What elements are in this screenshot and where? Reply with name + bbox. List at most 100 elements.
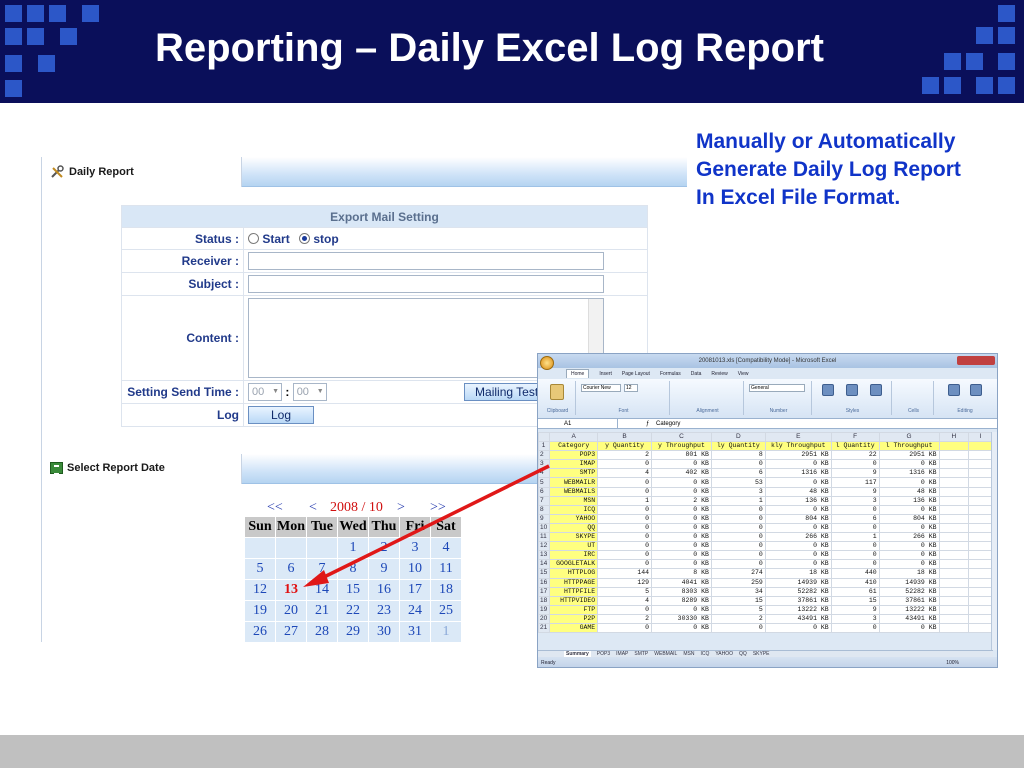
minute-select[interactable]: 00 <box>292 383 327 401</box>
header-cell[interactable]: l Quantity <box>830 441 880 452</box>
name-box[interactable]: A1 <box>558 419 618 429</box>
empty-cell[interactable] <box>968 622 993 634</box>
calendar-day[interactable]: 14 <box>306 579 338 601</box>
category-cell[interactable]: HTTPPAGE <box>549 577 599 588</box>
empty-cell[interactable] <box>938 441 970 452</box>
data-cell[interactable]: 0 <box>710 550 766 561</box>
start-radio[interactable] <box>248 233 259 245</box>
data-cell[interactable]: 0 KB <box>651 486 712 497</box>
data-cell[interactable]: 0 <box>597 541 653 552</box>
data-cell[interactable]: 0 <box>830 550 880 561</box>
data-cell[interactable]: 259 <box>710 577 766 588</box>
data-cell[interactable]: 0 KB <box>878 550 940 561</box>
data-cell[interactable]: 440 <box>830 568 880 579</box>
empty-cell[interactable] <box>938 450 970 461</box>
data-cell[interactable]: 0 KB <box>651 504 712 515</box>
empty-cell[interactable] <box>938 604 970 615</box>
data-cell[interactable]: 48 KB <box>764 486 832 497</box>
data-cell[interactable]: 0 <box>830 559 880 570</box>
empty-cell[interactable] <box>968 513 993 524</box>
empty-cell[interactable] <box>968 477 993 488</box>
calendar-day[interactable]: 29 <box>337 621 369 643</box>
window-controls-icon[interactable] <box>957 356 995 365</box>
empty-cell[interactable] <box>938 613 970 624</box>
data-cell[interactable]: 0 KB <box>878 504 940 515</box>
category-cell[interactable]: MSN <box>549 495 599 506</box>
row-number[interactable]: 9 <box>538 513 551 524</box>
empty-cell[interactable] <box>968 559 993 570</box>
calendar-day-today[interactable]: 13 <box>275 579 307 601</box>
empty-cell[interactable] <box>968 468 993 479</box>
empty-cell[interactable] <box>938 622 970 634</box>
calendar-day[interactable]: 2 <box>368 537 400 559</box>
data-cell[interactable]: 0 <box>830 504 880 515</box>
calendar-day[interactable]: 4 <box>430 537 462 559</box>
calendar-day[interactable]: 23 <box>368 600 400 622</box>
column-header[interactable]: F <box>830 431 880 443</box>
data-cell[interactable]: 4 <box>597 468 653 479</box>
conditional-formatting-icon[interactable] <box>822 384 834 396</box>
category-cell[interactable]: P2P <box>549 613 599 624</box>
empty-cell[interactable] <box>938 495 970 506</box>
empty-cell[interactable] <box>968 504 993 515</box>
data-cell[interactable]: 0 KB <box>651 522 712 534</box>
category-cell[interactable]: YAHOO <box>549 513 599 524</box>
data-cell[interactable]: 1316 KB <box>878 468 940 479</box>
row-number[interactable]: 6 <box>538 486 551 497</box>
row-number[interactable]: 4 <box>538 468 551 479</box>
category-cell[interactable]: FTP <box>549 604 599 615</box>
calendar-day[interactable]: 5 <box>244 558 276 580</box>
data-cell[interactable]: 0 <box>597 559 653 570</box>
data-cell[interactable]: 4041 KB <box>651 577 712 588</box>
empty-cell[interactable] <box>968 550 993 561</box>
empty-cell[interactable] <box>968 595 993 606</box>
category-cell[interactable]: HTTPFILE <box>549 586 599 597</box>
ribbon-tab-view[interactable]: View <box>738 371 749 377</box>
category-cell[interactable]: SKYPE <box>549 532 599 543</box>
row-number[interactable]: 20 <box>538 613 551 624</box>
empty-cell[interactable] <box>938 586 970 597</box>
data-cell[interactable]: 13222 KB <box>878 604 940 615</box>
data-cell[interactable]: 6 <box>830 513 880 524</box>
data-cell[interactable]: 266 KB <box>878 532 940 543</box>
calendar-day[interactable]: 3 <box>399 537 431 559</box>
data-cell[interactable]: 0 KB <box>764 550 832 561</box>
data-cell[interactable]: 2 <box>597 450 653 461</box>
ribbon-tab-review[interactable]: Review <box>711 371 727 377</box>
data-cell[interactable]: 2 <box>710 613 766 624</box>
data-cell[interactable]: 0 <box>710 532 766 543</box>
ribbon-tab-formulas[interactable]: Formulas <box>660 371 681 377</box>
row-number[interactable]: 12 <box>538 541 551 552</box>
row-number[interactable]: 11 <box>538 532 551 543</box>
ribbon-tab-page-layout[interactable]: Page Layout <box>622 371 650 377</box>
data-cell[interactable]: 0 <box>830 522 880 534</box>
calendar-day-next-month[interactable]: 1 <box>430 621 462 643</box>
data-cell[interactable]: 0 KB <box>651 550 712 561</box>
empty-cell[interactable] <box>938 550 970 561</box>
number-format-box[interactable]: General <box>749 384 805 392</box>
data-cell[interactable]: 117 <box>830 477 880 488</box>
data-cell[interactable]: 0 <box>597 532 653 543</box>
calendar-day[interactable]: 20 <box>275 600 307 622</box>
category-cell[interactable]: SMTP <box>549 468 599 479</box>
prev-year-link[interactable]: << <box>267 500 283 516</box>
data-cell[interactable]: 0 KB <box>878 522 940 534</box>
data-cell[interactable]: 410 <box>830 577 880 588</box>
column-header[interactable]: I <box>968 431 993 443</box>
data-cell[interactable]: 0 KB <box>764 559 832 570</box>
calendar-day[interactable]: 28 <box>306 621 338 643</box>
data-cell[interactable]: 0 <box>710 559 766 570</box>
column-header[interactable]: B <box>597 431 653 443</box>
data-cell[interactable]: 0 KB <box>764 504 832 515</box>
data-cell[interactable]: 0 KB <box>651 559 712 570</box>
empty-cell[interactable] <box>968 459 993 470</box>
empty-cell[interactable] <box>938 568 970 579</box>
data-cell[interactable]: 8289 KB <box>651 595 712 606</box>
row-number[interactable]: 13 <box>538 550 551 561</box>
vertical-scrollbar[interactable] <box>991 432 997 650</box>
data-cell[interactable]: 5 <box>597 586 653 597</box>
stop-radio[interactable] <box>299 233 311 245</box>
data-cell[interactable]: 14939 KB <box>878 577 940 588</box>
data-cell[interactable]: 0 <box>710 541 766 552</box>
empty-cell[interactable] <box>968 532 993 543</box>
